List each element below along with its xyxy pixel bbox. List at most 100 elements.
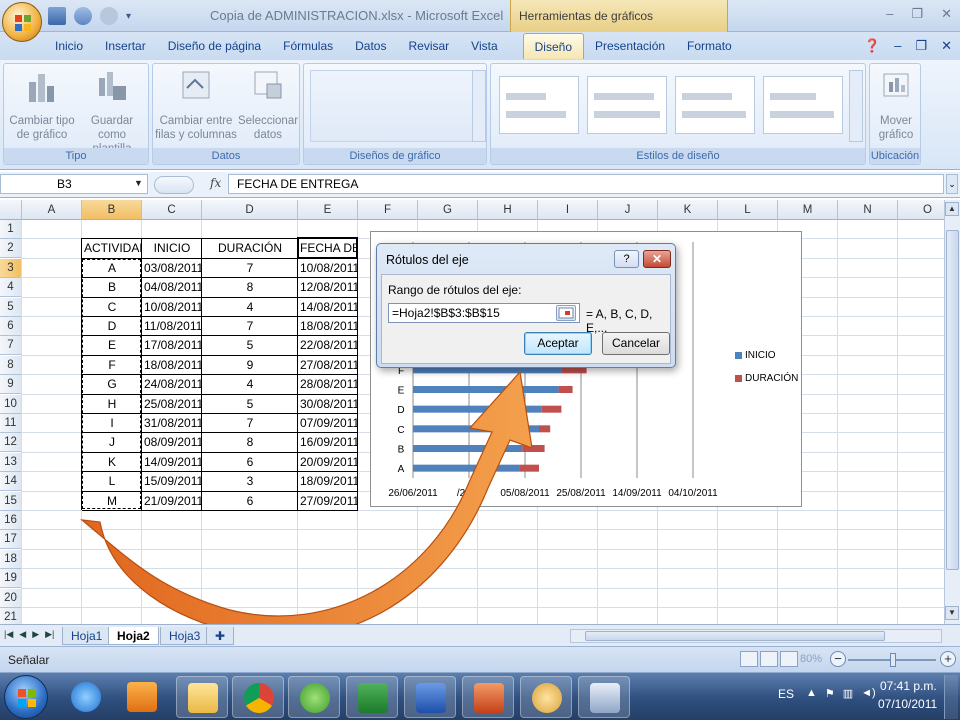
vertical-scroll-thumb[interactable] [946,230,959,570]
clock-date[interactable]: 07/10/2011 [878,697,937,711]
row-header-8[interactable]: 8 [0,355,22,375]
insert-sheet-icon[interactable]: ✚ [206,627,234,645]
tab-insertar[interactable]: Insertar [94,33,157,59]
table-cell[interactable]: 11/08/2011 [142,317,202,336]
table-cell[interactable]: 3 [202,472,298,491]
sheet-tab-hoja3[interactable]: Hoja3 [160,627,210,645]
dialog-help-button[interactable]: ? [614,250,639,268]
name-box[interactable]: B3 [0,174,148,194]
vertical-scrollbar[interactable]: ▲ ▼ [944,200,960,624]
table-cell[interactable]: DURACIÓN [202,239,298,258]
scroll-up-icon[interactable]: ▲ [945,202,959,216]
axis-range-input[interactable]: =Hoja2!$B$3:$B$15 [388,303,580,323]
next-sheet-icon[interactable]: ▶ [32,629,39,640]
taskbar-chrome[interactable] [232,676,284,718]
table-cell[interactable]: 4 [202,298,298,317]
taskbar-media-player[interactable] [116,676,168,718]
taskbar-paint[interactable] [520,676,572,718]
table-cell[interactable]: 30/08/2011 [298,395,358,414]
row-header-20[interactable]: 20 [0,588,22,608]
column-header-d[interactable]: D [202,200,298,220]
column-header-a[interactable]: A [22,200,82,220]
workbook-minimize-icon[interactable]: – [894,38,901,54]
table-cell[interactable]: 27/09/2011 [298,492,358,511]
table-cell[interactable]: 04/08/2011 [142,278,202,297]
prev-sheet-icon[interactable]: ◀ [19,629,26,640]
range-picker-button[interactable] [556,305,576,321]
table-cell[interactable]: 27/08/2011 [298,356,358,375]
taskbar-messenger[interactable] [288,676,340,718]
column-header-j[interactable]: J [598,200,658,220]
help-icon[interactable]: ❓ [864,38,880,54]
tab-revisar[interactable]: Revisar [397,33,460,59]
save-as-template-button[interactable]: Guardar como plantilla [76,68,148,156]
normal-view-icon[interactable] [740,651,758,667]
tab-diseño[interactable]: Diseño [522,33,584,59]
row-header-9[interactable]: 9 [0,375,22,395]
column-header-f[interactable]: F [358,200,418,220]
page-layout-view-icon[interactable] [760,651,778,667]
row-header-5[interactable]: 5 [0,297,22,317]
switch-row-column-button[interactable]: Cambiar entre filas y columnas [155,68,237,142]
table-cell[interactable]: 8 [202,278,298,297]
horizontal-scrollbar[interactable] [570,629,942,643]
table-cell[interactable]: 10/08/2011 [298,259,358,278]
tab-datos[interactable]: Datos [344,33,397,59]
row-header-14[interactable]: 14 [0,472,22,492]
zoom-out-icon[interactable]: − [830,651,846,667]
table-cell[interactable]: 10/08/2011 [142,298,202,317]
table-cell[interactable]: 17/08/2011 [142,336,202,355]
last-sheet-icon[interactable]: ▶| [45,629,54,640]
sheet-tab-hoja1[interactable]: Hoja1 [62,627,112,645]
office-button[interactable] [2,2,42,42]
table-cell[interactable]: 28/08/2011 [298,375,358,394]
column-header-o[interactable]: O [898,200,944,220]
save-icon[interactable] [48,7,66,25]
network-icon[interactable]: ▥ [843,687,853,700]
minimize-icon[interactable]: – [886,6,893,22]
table-cell[interactable]: 6 [202,492,298,511]
page-break-view-icon[interactable] [780,651,798,667]
tab-vista[interactable]: Vista [460,33,508,59]
table-cell[interactable]: 4 [202,375,298,394]
chart-style-1[interactable] [499,76,579,134]
row-header-10[interactable]: 10 [0,394,22,414]
formula-input[interactable]: FECHA DE ENTREGA [228,174,944,194]
row-header-19[interactable]: 19 [0,569,22,589]
table-cell[interactable]: 15/09/2011 [142,472,202,491]
table-cell[interactable]: 21/09/2011 [142,492,202,511]
zoom-slider[interactable] [848,653,936,667]
row-header-7[interactable]: 7 [0,336,22,356]
tab-fórmulas[interactable]: Fórmulas [272,33,344,59]
table-cell[interactable]: 7 [202,259,298,278]
taskbar-ie[interactable] [60,676,112,718]
change-chart-type-button[interactable]: Cambiar tipo de gráfico [8,68,76,142]
row-header-6[interactable]: 6 [0,317,22,336]
clock-time[interactable]: 07:41 p.m. [880,679,937,693]
zoom-in-icon[interactable]: + [940,651,956,667]
table-cell[interactable]: 16/09/2011 [298,433,358,452]
table-cell[interactable]: 18/08/2011 [142,356,202,375]
table-cell[interactable]: 5 [202,336,298,355]
chart-style-4[interactable] [763,76,843,134]
taskbar-word[interactable] [404,676,456,718]
table-cell[interactable]: ACTIVIDAD [82,239,142,258]
table-cell[interactable]: 18/09/2011 [298,472,358,491]
name-box-dropdown-icon[interactable]: ▼ [134,178,143,188]
volume-icon[interactable]: ◄) [861,687,876,700]
table-cell[interactable]: INICIO [142,239,202,258]
expand-formula-bar-icon[interactable]: ⌄ [946,174,958,194]
table-cell[interactable]: 31/08/2011 [142,414,202,433]
row-header-4[interactable]: 4 [0,278,22,298]
row-header-18[interactable]: 18 [0,549,22,569]
first-sheet-icon[interactable]: |◀ [4,629,13,640]
table-cell[interactable]: 8 [202,433,298,452]
column-header-i[interactable]: I [538,200,598,220]
select-data-button[interactable]: Seleccionar datos [237,68,299,142]
table-cell[interactable]: 18/08/2011 [298,317,358,336]
undo-icon[interactable] [74,7,92,25]
table-cell[interactable]: 22/08/2011 [298,336,358,355]
taskbar-explorer[interactable] [176,676,228,718]
table-cell[interactable]: 24/08/2011 [142,375,202,394]
select-all-corner[interactable] [0,200,22,220]
